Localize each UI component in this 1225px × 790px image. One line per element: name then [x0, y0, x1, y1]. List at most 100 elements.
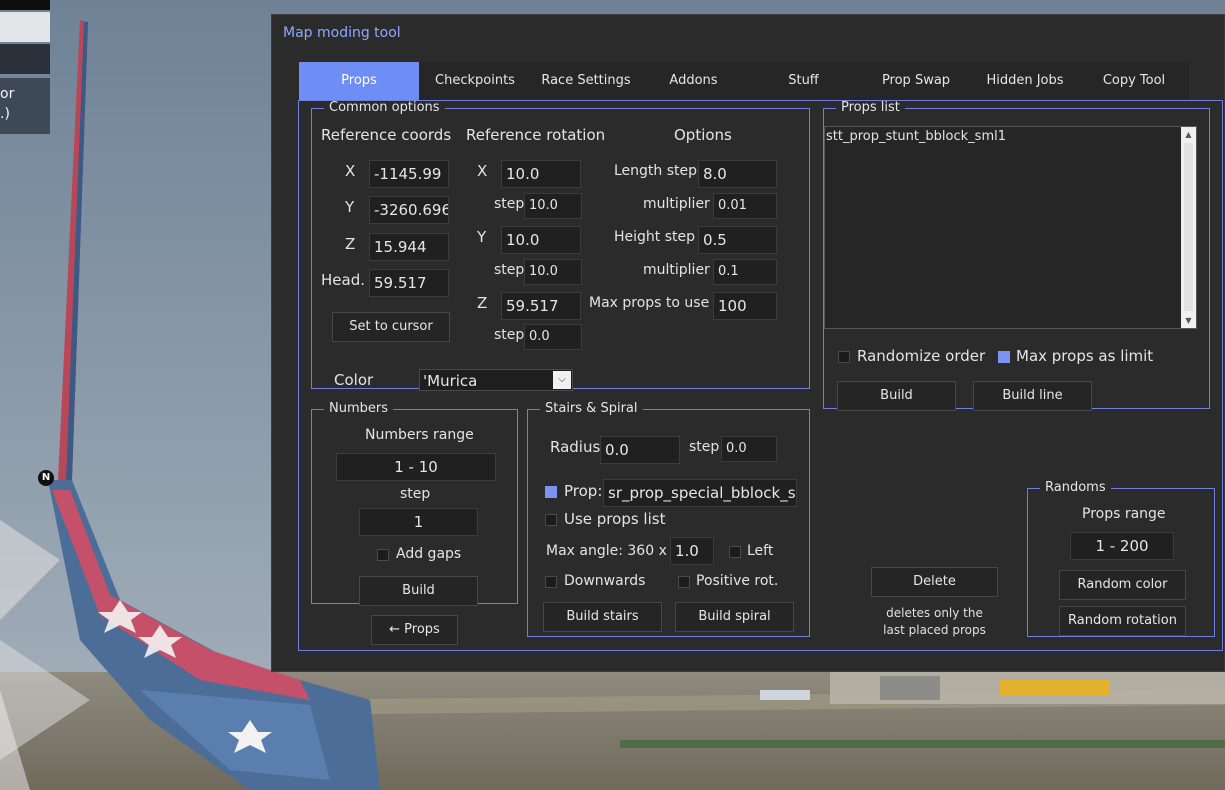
- downwards-label: Downwards: [564, 573, 646, 589]
- height-multiplier-label: multiplier: [643, 262, 710, 278]
- max-props-label: Max props to use: [589, 295, 710, 311]
- heading-input[interactable]: 59.517: [369, 269, 449, 297]
- tab-prop-swap[interactable]: Prop Swap: [861, 62, 971, 100]
- positive-rotation-checkbox[interactable]: [678, 576, 690, 588]
- tab-checkpoints[interactable]: Checkpoints: [419, 62, 531, 100]
- left-checkbox[interactable]: [729, 546, 741, 558]
- height-step-input[interactable]: 0.5: [698, 226, 777, 254]
- coord-y-label: Y: [345, 198, 355, 216]
- add-gaps-checkbox[interactable]: [377, 549, 389, 561]
- scroll-thumb[interactable]: [1184, 143, 1193, 311]
- rotation-x-step-input[interactable]: 10.0: [524, 193, 582, 219]
- length-step-input[interactable]: 8.0: [698, 160, 777, 188]
- coord-x-input[interactable]: -1145.99: [369, 160, 449, 188]
- numbers-step-label: step: [400, 486, 431, 502]
- numbers-range-input[interactable]: 1 - 10: [336, 453, 496, 481]
- props-list-item[interactable]: stt_prop_stunt_bblock_sml1: [826, 129, 1006, 144]
- numbers-range-label: Numbers range: [365, 427, 474, 443]
- length-multiplier-input[interactable]: 0.01: [713, 193, 777, 219]
- left-label: Left: [747, 543, 774, 559]
- radius-label: Radius: [550, 438, 601, 456]
- options-header: Options: [674, 126, 732, 144]
- window-title: Map moding tool: [283, 25, 401, 41]
- coord-z-label: Z: [345, 235, 356, 253]
- reference-rotation-header: Reference rotation: [466, 126, 606, 144]
- max-props-limit-checkbox[interactable]: [998, 351, 1010, 363]
- max-angle-input[interactable]: 1.0: [670, 537, 714, 565]
- rotation-y-label: Y: [477, 228, 487, 246]
- tab-copy-tool[interactable]: Copy Tool: [1079, 62, 1189, 100]
- hud-line-2: .): [0, 106, 10, 122]
- props-range-label: Props range: [1082, 506, 1166, 522]
- set-to-cursor-button[interactable]: Set to cursor: [332, 312, 450, 342]
- color-select-value: 'Murica: [423, 372, 478, 390]
- rotation-x-input[interactable]: 10.0: [501, 160, 581, 188]
- coord-z-input[interactable]: 15.944: [369, 233, 449, 261]
- props-list-group: Props list stt_prop_stunt_bblock_sml1 ▲ …: [823, 100, 1210, 411]
- props-list-box[interactable]: stt_prop_stunt_bblock_sml1 ▲ ▼: [824, 126, 1197, 329]
- use-props-list-checkbox[interactable]: [545, 514, 557, 526]
- radius-input[interactable]: 0.0: [600, 436, 680, 464]
- random-rotation-button[interactable]: Random rotation: [1059, 606, 1186, 636]
- back-to-props-button[interactable]: ← Props: [371, 615, 458, 645]
- build-spiral-button[interactable]: Build spiral: [675, 602, 794, 632]
- random-color-button[interactable]: Random color: [1059, 570, 1186, 600]
- downwards-checkbox[interactable]: [545, 576, 557, 588]
- scroll-up-arrow-icon[interactable]: ▲: [1181, 127, 1196, 142]
- max-props-limit-label: Max props as limit: [1016, 347, 1154, 365]
- randomize-order-checkbox[interactable]: [838, 351, 850, 363]
- scroll-down-arrow-icon[interactable]: ▼: [1181, 313, 1196, 328]
- props-tab-content: Common options Reference coords Referenc…: [298, 100, 1223, 651]
- positive-rotation-label: Positive rot.: [696, 573, 779, 589]
- rotation-x-step-label: step: [494, 196, 525, 212]
- length-multiplier-label: multiplier: [643, 196, 710, 212]
- build-button[interactable]: Build: [837, 381, 956, 411]
- stairs-spiral-group: Stairs & Spiral Radius 0.0 step 0.0 Prop…: [527, 402, 810, 637]
- rotation-z-step-input[interactable]: 0.0: [524, 324, 582, 350]
- randoms-group: Randoms Props range 1 - 200 Random color…: [1027, 481, 1215, 637]
- reference-coords-header: Reference coords: [321, 126, 452, 144]
- tab-addons[interactable]: Addons: [641, 62, 746, 100]
- tab-props[interactable]: Props: [299, 62, 419, 100]
- length-step-label: Length step: [614, 163, 698, 179]
- tab-bar: Props Checkpoints Race Settings Addons S…: [299, 62, 1189, 100]
- hud-light-bar: [0, 12, 50, 42]
- height-multiplier-input[interactable]: 0.1: [713, 259, 777, 285]
- randoms-legend: Randoms: [1045, 480, 1106, 495]
- rotation-y-input[interactable]: 10.0: [501, 226, 581, 254]
- color-select[interactable]: 'Murica ⌵: [419, 369, 573, 391]
- hud-line-1: or: [0, 86, 15, 102]
- numbers-legend: Numbers: [329, 401, 388, 416]
- props-list-scrollbar[interactable]: ▲ ▼: [1181, 127, 1196, 328]
- tab-hidden-jobs[interactable]: Hidden Jobs: [971, 62, 1079, 100]
- coord-y-input[interactable]: -3260.696: [369, 196, 449, 224]
- chevron-down-icon[interactable]: ⌵: [553, 371, 571, 389]
- radius-step-input[interactable]: 0.0: [721, 436, 777, 462]
- tab-race-settings[interactable]: Race Settings: [531, 62, 641, 100]
- randomize-order-label: Randomize order: [857, 347, 986, 365]
- rotation-z-step-label: step: [494, 327, 525, 343]
- delete-button[interactable]: Delete: [871, 567, 998, 597]
- numbers-group: Numbers Numbers range 1 - 10 step 1 Add …: [311, 401, 518, 606]
- radius-step-label: step: [689, 439, 720, 455]
- stairs-spiral-legend: Stairs & Spiral: [545, 401, 638, 416]
- common-options-legend: Common options: [329, 100, 440, 115]
- props-range-input[interactable]: 1 - 200: [1070, 532, 1174, 560]
- build-stairs-button[interactable]: Build stairs: [543, 602, 662, 632]
- rotation-y-step-input[interactable]: 10.0: [524, 259, 582, 285]
- rotation-z-input[interactable]: 59.517: [501, 292, 581, 320]
- props-list-legend: Props list: [841, 100, 900, 115]
- north-compass-icon: N: [38, 470, 54, 486]
- rotation-x-label: X: [477, 162, 488, 180]
- build-line-button[interactable]: Build line: [973, 381, 1092, 411]
- prop-checkbox[interactable]: [545, 486, 557, 498]
- hud-dark-bar: [0, 44, 50, 74]
- numbers-build-button[interactable]: Build: [359, 576, 478, 606]
- common-options-group: Common options Reference coords Referenc…: [311, 100, 810, 391]
- tab-stuff[interactable]: Stuff: [746, 62, 861, 100]
- max-props-input[interactable]: 100: [713, 292, 777, 320]
- hud-info-panel: or .): [0, 78, 50, 134]
- stairs-prop-input[interactable]: sr_prop_special_bblock_sr: [603, 479, 797, 507]
- numbers-step-input[interactable]: 1: [359, 508, 478, 536]
- delete-note-line-2: last placed props: [883, 623, 986, 637]
